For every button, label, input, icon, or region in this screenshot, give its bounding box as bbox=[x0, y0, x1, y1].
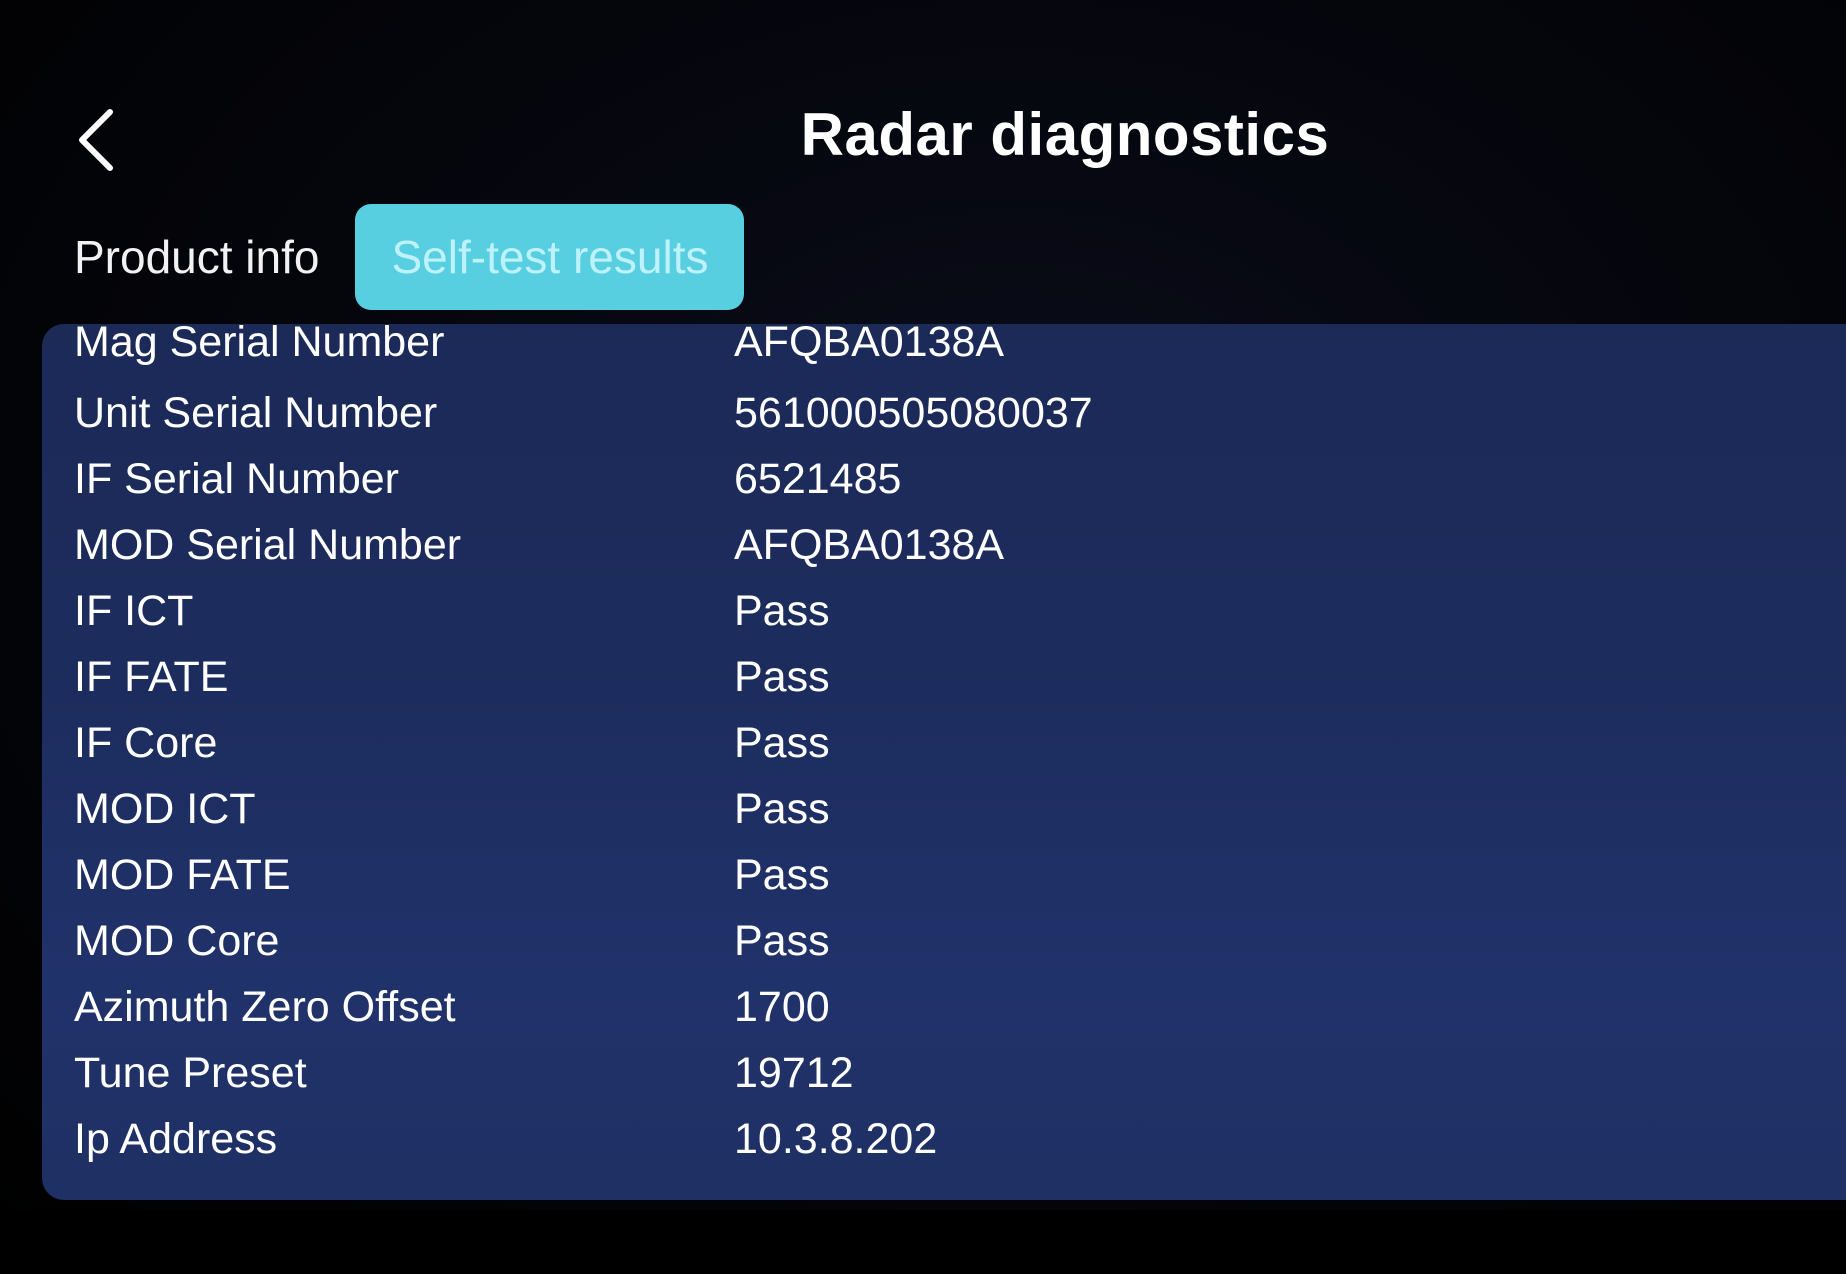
row-label: MOD ICT bbox=[74, 784, 256, 833]
row-value: Pass bbox=[734, 652, 830, 701]
tab-bar: Product info Self-test results bbox=[60, 204, 745, 310]
row-value: 19712 bbox=[734, 1048, 854, 1097]
row-label: MOD Serial Number bbox=[74, 520, 462, 569]
list-item: MOD Core Pass bbox=[42, 908, 1846, 974]
row-label: IF FATE bbox=[74, 652, 229, 701]
row-label: Azimuth Zero Offset bbox=[74, 982, 456, 1031]
row-label: IF ICT bbox=[74, 586, 194, 635]
tab-product-info[interactable]: Product info bbox=[60, 204, 333, 310]
list-item: Ip Address 10.3.8.202 bbox=[42, 1106, 1846, 1172]
results-panel[interactable]: Mag Serial Number AFQBA0138A Unit Serial… bbox=[42, 324, 1846, 1200]
page-title: Radar diagnostics bbox=[800, 101, 1330, 168]
row-label: MOD Core bbox=[74, 916, 280, 965]
row-label: Unit Serial Number bbox=[74, 388, 438, 437]
row-label: IF Core bbox=[74, 718, 218, 767]
row-value: 6521485 bbox=[734, 454, 902, 503]
row-label: MOD FATE bbox=[74, 850, 291, 899]
list-item: Tune Preset 19712 bbox=[42, 1040, 1846, 1106]
list-item: MOD ICT Pass bbox=[42, 776, 1846, 842]
row-value: Pass bbox=[734, 586, 830, 635]
list-item: IF Core Pass bbox=[42, 710, 1846, 776]
list-item: IF FATE Pass bbox=[42, 644, 1846, 710]
bottom-bezel bbox=[0, 1210, 1846, 1274]
screen: Radar diagnostics Product info Self-test… bbox=[0, 0, 1846, 1274]
row-label: Mag Serial Number bbox=[74, 324, 445, 366]
list-item: MOD Serial Number AFQBA0138A bbox=[42, 512, 1846, 578]
row-value: Pass bbox=[734, 718, 830, 767]
row-value: 10.3.8.202 bbox=[734, 1114, 938, 1163]
row-value: 1700 bbox=[734, 982, 830, 1031]
results-list: Mag Serial Number AFQBA0138A Unit Serial… bbox=[42, 324, 1846, 1172]
tab-self-test-results[interactable]: Self-test results bbox=[355, 204, 745, 310]
row-label: IF Serial Number bbox=[74, 454, 399, 503]
row-value: AFQBA0138A bbox=[734, 324, 1005, 366]
row-value: AFQBA0138A bbox=[734, 520, 1005, 569]
list-item: MOD FATE Pass bbox=[42, 842, 1846, 908]
row-label: Tune Preset bbox=[74, 1048, 307, 1097]
row-value: Pass bbox=[734, 784, 830, 833]
list-item: Mag Serial Number AFQBA0138A bbox=[42, 324, 1846, 380]
list-item: IF ICT Pass bbox=[42, 578, 1846, 644]
row-label: Ip Address bbox=[74, 1114, 278, 1163]
row-value: Pass bbox=[734, 850, 830, 899]
list-item: Azimuth Zero Offset 1700 bbox=[42, 974, 1846, 1040]
list-item: Unit Serial Number 561000505080037 bbox=[42, 380, 1846, 446]
row-value: 561000505080037 bbox=[734, 388, 1093, 437]
list-item: IF Serial Number 6521485 bbox=[42, 446, 1846, 512]
row-value: Pass bbox=[734, 916, 830, 965]
